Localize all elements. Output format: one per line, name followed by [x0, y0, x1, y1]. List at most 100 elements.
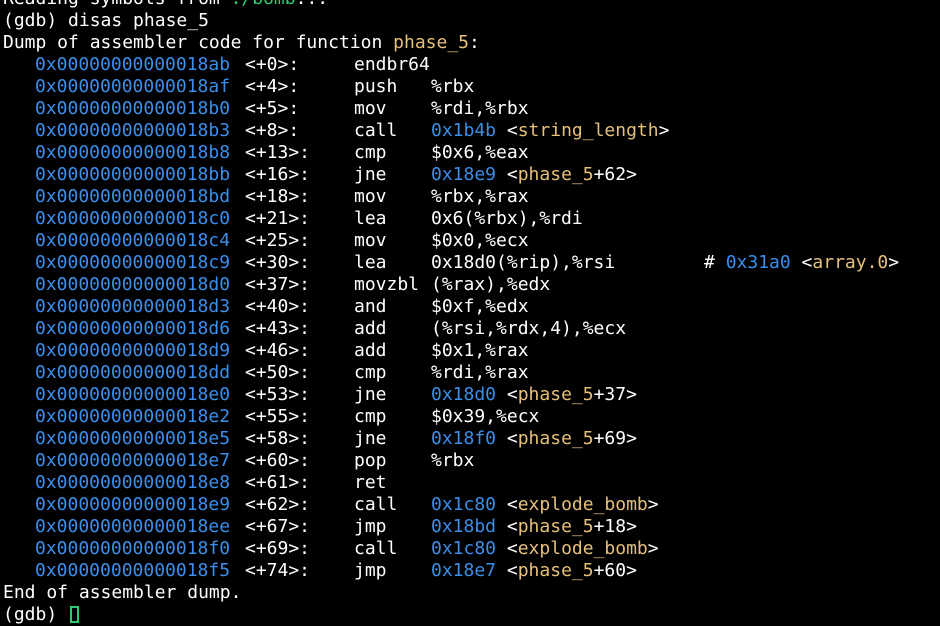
instruction-row: 0x00000000000018b0 <+5>: mov %rdi,%rbx: [3, 98, 940, 120]
instruction-offset: <+46>:: [245, 340, 311, 361]
operand-part: $0x39,%ecx: [431, 406, 540, 427]
instruction-offset: <+53>:: [245, 384, 311, 405]
instruction-comment: # 0x31a0 <array.0>: [704, 252, 899, 274]
operand-part: 0x18e7: [431, 560, 497, 581]
operand-part: <: [496, 560, 518, 581]
instruction-address: 0x00000000000018dd: [35, 362, 231, 383]
instruction-offset: <+5>:: [245, 98, 300, 119]
operand-part: %rbx: [431, 450, 475, 471]
reading-suffix: ...: [296, 0, 329, 9]
operand-part: phase_5: [517, 428, 594, 449]
instruction-mnemonic: movzbl: [354, 274, 420, 295]
operand-part: 0x18e9: [431, 164, 497, 185]
instruction-row: 0x00000000000018bb <+16>: jne 0x18e9 <phase…: [3, 164, 940, 186]
operand-part: $0x1,%rax: [431, 340, 529, 361]
operand-part: phase_5: [517, 164, 594, 185]
instruction-offset: <+61>:: [245, 472, 311, 493]
instruction-address: 0x00000000000018f0: [35, 538, 231, 559]
instruction-address: 0x00000000000018c4: [35, 230, 231, 251]
instruction-operands: %rdi,%rax: [431, 362, 529, 384]
instruction-operands: 0x6(%rbx),%rdi: [431, 208, 583, 230]
instruction-row: 0x00000000000018c9 <+30>: lea 0x18d0(%rip),…: [3, 252, 940, 274]
operand-part: +62>: [593, 164, 637, 185]
instruction-operands: 0x18e9 <phase_5+62>: [431, 164, 637, 186]
instruction-operands: 0x18f0 <phase_5+69>: [431, 428, 637, 450]
operand-part: <: [496, 494, 518, 515]
instruction-offset: <+16>:: [245, 164, 311, 185]
instruction-row: 0x00000000000018b3 <+8>: call 0x1b4b <strin…: [3, 120, 940, 142]
instruction-offset: <+18>:: [245, 186, 311, 207]
operand-part: 0x18bd: [431, 516, 497, 537]
operand-part: phase_5: [517, 560, 594, 581]
operand-part: 0x18d0: [431, 384, 497, 405]
operand-part: (%rsi,%rdx,4),%ecx: [431, 318, 627, 339]
instruction-row: 0x00000000000018d0 <+37>: movzbl (%rax),%ed…: [3, 274, 940, 296]
instruction-operands: 0x1c80 <explode_bomb>: [431, 538, 659, 560]
comment-part: >: [888, 252, 900, 273]
instruction-offset: <+43>:: [245, 318, 311, 339]
instruction-offset: <+25>:: [245, 230, 311, 251]
instruction-offset: <+69>:: [245, 538, 311, 559]
dump-header-suffix: :: [469, 32, 480, 53]
operand-part: <: [496, 120, 518, 141]
instruction-row: 0x00000000000018f5 <+74>: jmp 0x18e7 <phase…: [3, 560, 940, 582]
instruction-address: 0x00000000000018f5: [35, 560, 231, 581]
text-cursor[interactable]: [70, 606, 80, 623]
instruction-address: 0x00000000000018e5: [35, 428, 231, 449]
instruction-operands: $0x6,%eax: [431, 142, 529, 164]
operand-part: <: [496, 384, 518, 405]
instruction-operands: 0x1b4b <string_length>: [431, 120, 669, 142]
instruction-row: 0x00000000000018e7 <+60>: pop %rbx: [3, 450, 940, 472]
operand-part: string_length: [517, 120, 659, 141]
instruction-offset: <+74>:: [245, 560, 311, 581]
reading-text: Reading symbols from: [3, 0, 231, 9]
instruction-mnemonic: call: [354, 538, 398, 559]
dump-header: Dump of assembler code for function phas…: [3, 32, 940, 54]
instruction-offset: <+0>:: [245, 54, 300, 75]
instruction-row: 0x00000000000018d6 <+43>: add (%rsi,%rdx,4)…: [3, 318, 940, 340]
instruction-list: 0x00000000000018ab <+0>: endbr64 0x00000000…: [3, 54, 940, 582]
instruction-address: 0x00000000000018d9: [35, 340, 231, 361]
operand-part: phase_5: [517, 384, 594, 405]
gdb-command: disas phase_5: [68, 10, 209, 31]
instruction-mnemonic: lea: [354, 252, 387, 273]
instruction-operands: $0xf,%edx: [431, 296, 529, 318]
input-line[interactable]: (gdb): [3, 604, 940, 626]
instruction-operands: $0x39,%ecx: [431, 406, 539, 428]
instruction-address: 0x00000000000018e9: [35, 494, 231, 515]
instruction-mnemonic: add: [354, 340, 387, 361]
instruction-offset: <+55>:: [245, 406, 311, 427]
operand-part: %rbx: [431, 76, 475, 97]
instruction-address: 0x00000000000018bb: [35, 164, 231, 185]
instruction-address: 0x00000000000018e2: [35, 406, 231, 427]
comment-part: 0x31a0: [725, 252, 791, 273]
operand-part: $0x6,%eax: [431, 142, 529, 163]
instruction-mnemonic: cmp: [354, 406, 387, 427]
instruction-row: 0x00000000000018b8 <+13>: cmp $0x6,%eax: [3, 142, 940, 164]
instruction-mnemonic: mov: [354, 186, 387, 207]
instruction-mnemonic: add: [354, 318, 387, 339]
instruction-address: 0x00000000000018d0: [35, 274, 231, 295]
instruction-offset: <+50>:: [245, 362, 311, 383]
instruction-operands: (%rax),%edx: [431, 274, 550, 296]
instruction-address: 0x00000000000018e8: [35, 472, 231, 493]
instruction-offset: <+60>:: [245, 450, 311, 471]
comment-part: <: [790, 252, 813, 273]
comment-part: #: [704, 252, 726, 273]
instruction-address: 0x00000000000018b8: [35, 142, 231, 163]
instruction-mnemonic: cmp: [354, 362, 387, 383]
instruction-offset: <+13>:: [245, 142, 311, 163]
instruction-address: 0x00000000000018e7: [35, 450, 231, 471]
instruction-mnemonic: push: [354, 76, 398, 97]
function-name: phase_5: [393, 32, 469, 53]
instruction-address: 0x00000000000018ab: [35, 54, 231, 75]
instruction-mnemonic: call: [354, 494, 398, 515]
instruction-operands: 0x1c80 <explode_bomb>: [431, 494, 659, 516]
operand-part: explode_bomb: [517, 494, 648, 515]
instruction-row: 0x00000000000018af <+4>: push %rbx: [3, 76, 940, 98]
instruction-operands: %rdi,%rbx: [431, 98, 529, 120]
operand-part: 0x1b4b: [431, 120, 497, 141]
operand-part: +37>: [593, 384, 637, 405]
instruction-row: 0x00000000000018e5 <+58>: jne 0x18f0 <phase…: [3, 428, 940, 450]
instruction-offset: <+37>:: [245, 274, 311, 295]
